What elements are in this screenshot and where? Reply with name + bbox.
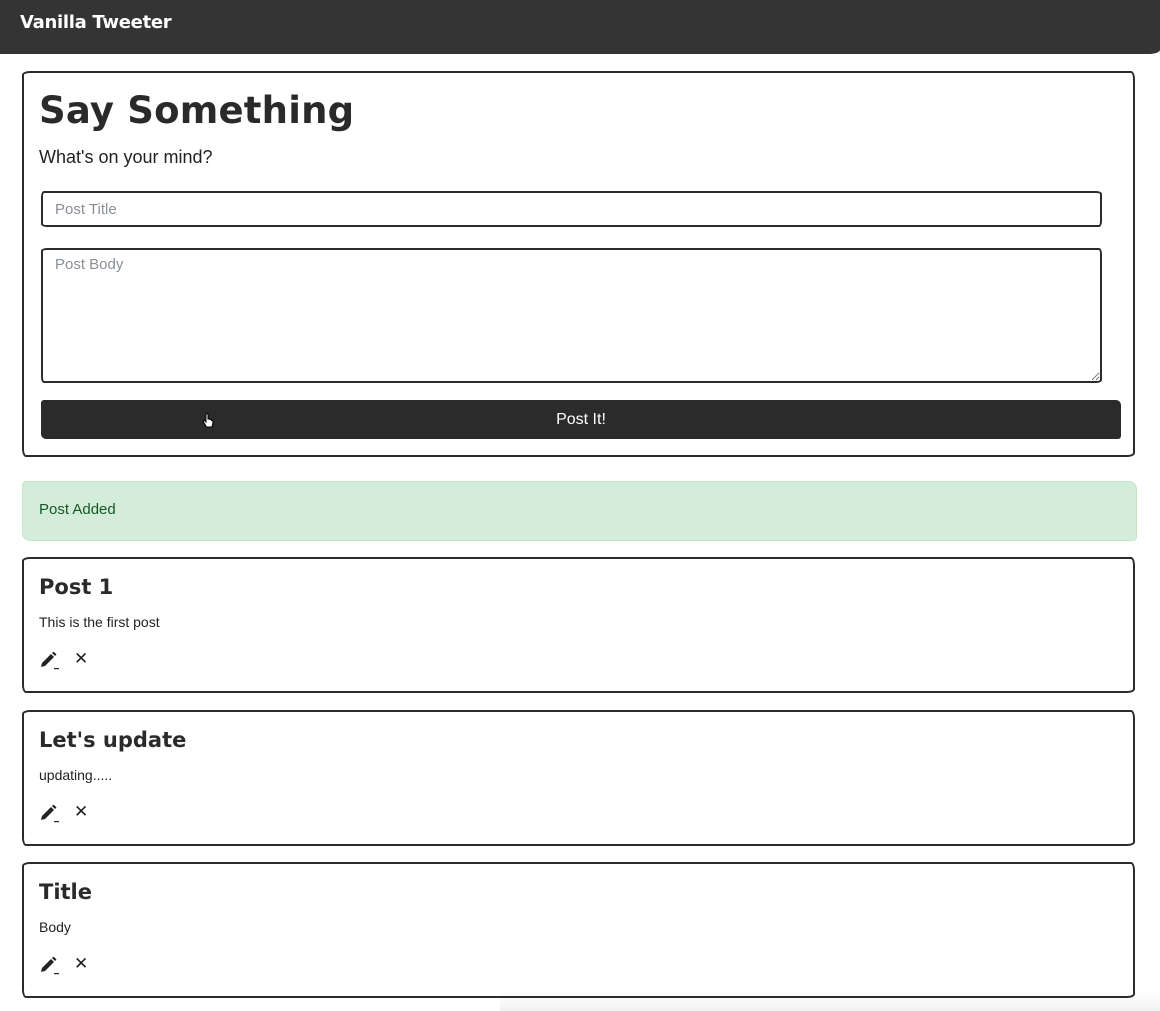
pencil-icon[interactable] [39, 805, 61, 823]
navbar: Vanilla Tweeter [0, 0, 1160, 54]
close-icon[interactable]: ✕ [74, 954, 88, 974]
brand-title[interactable]: Vanilla Tweeter [20, 12, 172, 33]
close-icon[interactable]: ✕ [74, 802, 88, 822]
form-subtitle: What's on your mind? [39, 147, 213, 167]
bottom-shadow [500, 990, 1160, 1011]
form-title: Say Something [39, 89, 355, 132]
post-title: Post 1 [39, 575, 114, 599]
post-form-card: Say Something What's on your mind? Post … [22, 71, 1135, 457]
post-title: Let's update [39, 728, 187, 752]
post-card: Title Body ✕ [22, 862, 1135, 998]
post-body: This is the first post [39, 614, 160, 630]
pencil-icon[interactable] [39, 957, 61, 975]
post-it-label: Post It! [556, 410, 606, 428]
post-body: updating..... [39, 767, 113, 783]
post-title-input[interactable] [41, 191, 1102, 227]
success-alert: Post Added [22, 481, 1137, 541]
post-card: Post 1 This is the first post ✕ [22, 557, 1135, 693]
hand-cursor-icon [202, 413, 214, 428]
close-icon[interactable]: ✕ [74, 649, 88, 669]
post-body: Body [39, 919, 71, 935]
post-title: Title [39, 880, 93, 904]
post-body-textarea[interactable] [41, 248, 1102, 383]
pencil-icon[interactable] [39, 652, 61, 670]
alert-message: Post Added [39, 501, 116, 518]
post-card: Let's update updating..... ✕ [22, 710, 1135, 846]
